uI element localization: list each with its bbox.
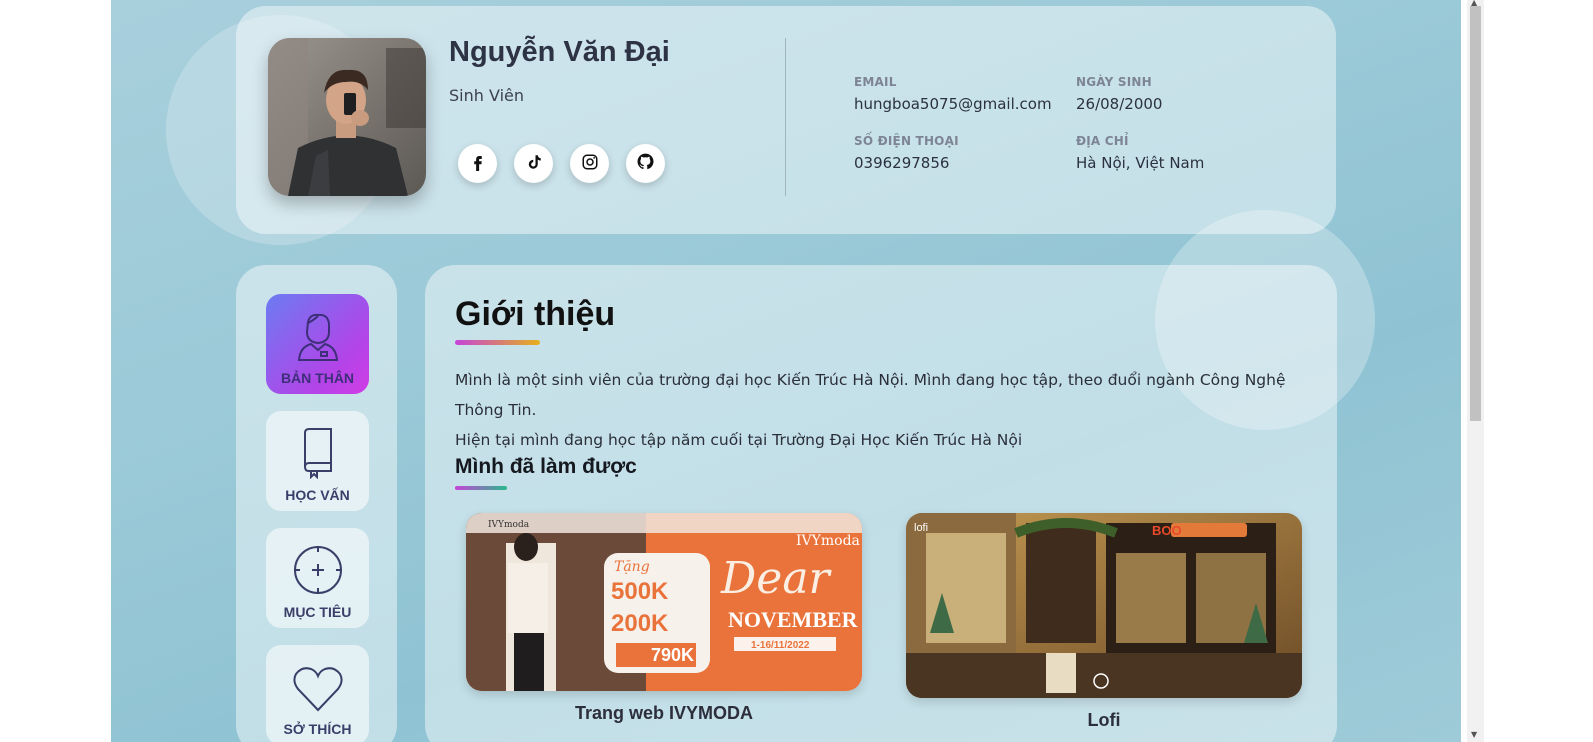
projects-heading: Mình đã làm được (455, 455, 637, 478)
promo-2: 200K (611, 610, 669, 637)
nav-label: HỌC VẤN (285, 487, 350, 503)
headline-dear: Dear (720, 553, 833, 604)
nav-item-ban-than[interactable]: BẢN THÂN (266, 294, 369, 394)
intro-line: Mình là một sinh viên của trường đại học… (455, 371, 1286, 419)
social-links (458, 144, 665, 183)
nav-label: SỞ THÍCH (283, 721, 352, 737)
project-caption: Trang web IVYMODA (574, 703, 754, 723)
headline-dates: 1-16/11/2022 (751, 640, 810, 651)
phone-info: SỐ ĐIỆN THOẠI 0396297856 (854, 134, 959, 172)
lofi-sign: BOO (1152, 523, 1182, 538)
dob-value: 26/08/2000 (1076, 95, 1163, 113)
intro-line: Hiện tại mình đang học tập năm cuối tại … (455, 431, 1023, 449)
address-value: Hà Nội, Việt Nam (1076, 154, 1205, 172)
profile-name: Nguyễn Văn Đại (449, 36, 670, 68)
content-card: Giới thiệu Mình là một sinh viên của trư… (425, 265, 1337, 742)
page-background: Nguyễn Văn Đại Sinh Viên EMAIL hungboa50… (111, 0, 1461, 742)
nav-item-hoc-van[interactable]: HỌC VẤN (266, 411, 369, 511)
sidebar-nav: BẢN THÂN HỌC VẤN MỤC TIÊU SỞ THÍCH (236, 265, 397, 742)
phone-value: 0396297856 (854, 154, 950, 172)
nav-item-so-thich[interactable]: SỞ THÍCH (266, 645, 369, 742)
scrollbar[interactable]: ▲ ▼ (1467, 0, 1484, 742)
avatar (268, 38, 426, 196)
dob-label: NGÀY SINH (1076, 75, 1152, 89)
instagram-link[interactable] (570, 144, 609, 183)
facebook-icon (469, 153, 487, 175)
project-card-lofi[interactable]: BOO lofi Lofi (906, 513, 1302, 731)
project-caption: Lofi (1087, 710, 1121, 730)
heart-icon (292, 665, 344, 717)
github-link[interactable] (626, 144, 665, 183)
nav-label: MỤC TIÊU (283, 604, 352, 620)
profile-role: Sinh Viên (449, 86, 524, 105)
address-label: ĐỊA CHỈ (1076, 134, 1129, 148)
tiktok-link[interactable] (514, 144, 553, 183)
address-info: ĐỊA CHỈ Hà Nội, Việt Nam (1076, 134, 1204, 172)
ivy-brand-large: IVYmoda (796, 533, 860, 549)
scroll-down-arrow-icon[interactable]: ▼ (1471, 730, 1477, 739)
subtitle-underline (455, 486, 507, 490)
email-info: EMAIL hungboa5075@gmail.com (854, 75, 1052, 113)
promo-price: 790K (651, 645, 694, 665)
facebook-link[interactable] (458, 144, 497, 183)
project-card-ivymoda[interactable]: IVYmoda Tặng 500K 200K 790K Dear NOVEMBE… (466, 513, 862, 724)
intro-text: Mình là một sinh viên của trường đại học… (455, 365, 1325, 455)
book-icon (301, 427, 335, 483)
promo-top: Tặng (614, 559, 650, 575)
scroll-thumb[interactable] (1470, 6, 1481, 421)
section-title: Giới thiệu (455, 295, 616, 333)
github-icon (636, 152, 655, 175)
email-value: hungboa5075@gmail.com (854, 95, 1052, 113)
divider (785, 38, 786, 196)
lofi-corner-label: lofi (914, 522, 928, 534)
phone-label: SỐ ĐIỆN THOẠI (854, 134, 959, 148)
profile-card: Nguyễn Văn Đại Sinh Viên EMAIL hungboa50… (236, 6, 1336, 234)
dob-info: NGÀY SINH 26/08/2000 (1076, 75, 1162, 113)
project-thumbnail-ivymoda[interactable]: IVYmoda Tặng 500K 200K 790K Dear NOVEMBE… (466, 513, 862, 691)
nav-label: BẢN THÂN (280, 370, 355, 386)
title-underline (455, 340, 540, 345)
tiktok-icon (525, 153, 543, 175)
target-icon (292, 544, 344, 600)
instagram-icon (581, 153, 599, 175)
person-icon (296, 312, 340, 366)
ivy-brand-small: IVYmoda (488, 520, 530, 530)
nav-item-muc-tieu[interactable]: MỤC TIÊU (266, 528, 369, 628)
promo-1: 500K (611, 578, 669, 605)
headline-november: NOVEMBER (728, 607, 859, 632)
project-thumbnail-lofi[interactable]: BOO lofi (906, 513, 1302, 698)
email-label: EMAIL (854, 75, 897, 89)
